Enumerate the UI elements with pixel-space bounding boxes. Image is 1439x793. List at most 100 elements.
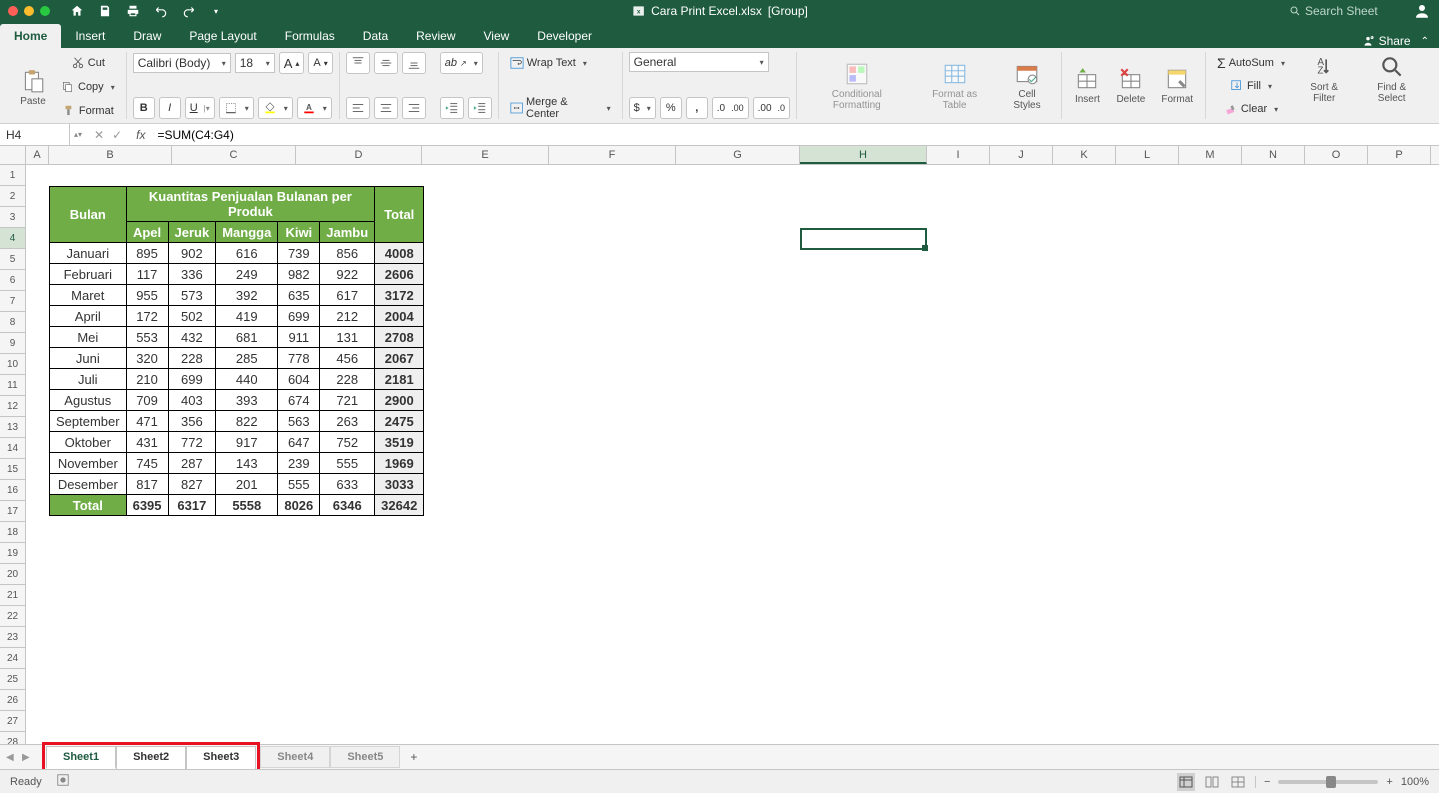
row-header-2[interactable]: 2	[0, 186, 25, 207]
row-header-25[interactable]: 25	[0, 669, 25, 690]
save-icon[interactable]	[98, 4, 112, 18]
conditional-formatting-button[interactable]: Conditional Formatting	[803, 59, 911, 113]
tab-review[interactable]: Review	[402, 24, 469, 48]
row-header-15[interactable]: 15	[0, 459, 25, 480]
sheet-tab-3[interactable]: Sheet3	[186, 746, 256, 769]
zoom-out-button[interactable]: −	[1264, 776, 1270, 788]
align-top-button[interactable]	[346, 52, 370, 74]
increase-font-button[interactable]: A▴	[279, 52, 305, 74]
find-select-button[interactable]: Find & Select	[1358, 52, 1425, 106]
home-icon[interactable]	[70, 4, 84, 18]
autosum-button[interactable]: ΣAutoSum▾	[1212, 52, 1290, 74]
comma-button[interactable]: ,	[686, 97, 708, 119]
sheet-tab-1[interactable]: Sheet1	[46, 746, 116, 769]
column-header-F[interactable]: F	[549, 146, 676, 164]
border-button[interactable]: ▾	[219, 97, 254, 119]
format-cells-button[interactable]: Format	[1155, 64, 1199, 107]
tab-page-layout[interactable]: Page Layout	[175, 24, 270, 48]
column-header-D[interactable]: D	[296, 146, 422, 164]
row-header-21[interactable]: 21	[0, 585, 25, 606]
row-header-3[interactable]: 3	[0, 207, 25, 228]
sheet-nav-prev-icon[interactable]: ◀	[6, 752, 20, 763]
sheet-tab-5[interactable]: Sheet5	[330, 746, 400, 768]
search-input[interactable]	[1305, 4, 1405, 18]
collapse-ribbon-icon[interactable]: ⌃	[1421, 36, 1429, 47]
user-icon[interactable]	[1413, 2, 1431, 20]
row-header-22[interactable]: 22	[0, 606, 25, 627]
column-header-O[interactable]: O	[1305, 146, 1368, 164]
row-header-1[interactable]: 1	[0, 165, 25, 186]
row-header-18[interactable]: 18	[0, 522, 25, 543]
fill-color-button[interactable]: ▾	[258, 97, 293, 119]
sort-filter-button[interactable]: AZSort & Filter	[1294, 52, 1354, 106]
decrease-indent-button[interactable]	[440, 97, 464, 119]
close-window-button[interactable]	[8, 6, 18, 16]
font-name-combo[interactable]: Calibri (Body)▾	[133, 53, 231, 73]
copy-button[interactable]: Copy▾	[56, 76, 120, 98]
row-header-17[interactable]: 17	[0, 501, 25, 522]
search-box[interactable]	[1289, 4, 1405, 18]
align-left-button[interactable]	[346, 97, 370, 119]
tab-view[interactable]: View	[470, 24, 524, 48]
column-header-P[interactable]: P	[1368, 146, 1431, 164]
insert-cells-button[interactable]: Insert	[1068, 64, 1106, 107]
fx-icon[interactable]: fx	[130, 128, 151, 142]
row-header-11[interactable]: 11	[0, 375, 25, 396]
increase-decimal-button[interactable]: .0.00	[712, 97, 749, 119]
add-sheet-button[interactable]: +	[400, 746, 427, 768]
select-all-corner[interactable]	[0, 146, 26, 164]
font-size-combo[interactable]: 18▾	[235, 53, 275, 73]
paste-button[interactable]: Paste	[14, 66, 52, 109]
row-header-8[interactable]: 8	[0, 312, 25, 333]
tab-insert[interactable]: Insert	[61, 24, 119, 48]
align-middle-button[interactable]	[374, 52, 398, 74]
row-header-13[interactable]: 13	[0, 417, 25, 438]
row-header-9[interactable]: 9	[0, 333, 25, 354]
decrease-decimal-button[interactable]: .00.0	[753, 97, 790, 119]
page-break-view-button[interactable]	[1229, 773, 1247, 791]
column-header-H[interactable]: H	[800, 146, 927, 164]
underline-button[interactable]: U|▾	[185, 97, 215, 119]
column-header-B[interactable]: B	[49, 146, 172, 164]
column-header-E[interactable]: E	[422, 146, 549, 164]
format-as-table-button[interactable]: Format as Table	[915, 59, 995, 113]
zoom-slider[interactable]	[1278, 780, 1378, 784]
format-painter-button[interactable]: Format	[56, 100, 120, 122]
redo-icon[interactable]	[182, 4, 196, 18]
align-right-button[interactable]	[402, 97, 426, 119]
column-header-J[interactable]: J	[990, 146, 1053, 164]
zoom-level[interactable]: 100%	[1401, 776, 1429, 788]
row-header-10[interactable]: 10	[0, 354, 25, 375]
sheet-nav-next-icon[interactable]: ▶	[22, 752, 36, 763]
share-button[interactable]: + Share	[1361, 34, 1411, 48]
name-box[interactable]: H4	[0, 124, 70, 145]
row-header-26[interactable]: 26	[0, 690, 25, 711]
tab-home[interactable]: Home	[0, 24, 61, 48]
qat-dropdown-icon[interactable]: ▾	[214, 7, 218, 16]
print-icon[interactable]	[126, 4, 140, 18]
tab-developer[interactable]: Developer	[523, 24, 606, 48]
orientation-button[interactable]: ab↗▾	[440, 52, 483, 74]
row-header-12[interactable]: 12	[0, 396, 25, 417]
column-header-I[interactable]: I	[927, 146, 990, 164]
column-header-K[interactable]: K	[1053, 146, 1116, 164]
column-header-N[interactable]: N	[1242, 146, 1305, 164]
currency-button[interactable]: $▾	[629, 97, 656, 119]
normal-view-button[interactable]	[1177, 773, 1195, 791]
sheet-tab-4[interactable]: Sheet4	[260, 746, 330, 768]
number-format-combo[interactable]: General▾	[629, 52, 769, 72]
row-header-16[interactable]: 16	[0, 480, 25, 501]
maximize-window-button[interactable]	[40, 6, 50, 16]
minimize-window-button[interactable]	[24, 6, 34, 16]
grid-area[interactable]: 1234567891011121314151617181920212223242…	[0, 165, 1439, 745]
delete-cells-button[interactable]: Delete	[1110, 64, 1151, 107]
tab-formulas[interactable]: Formulas	[271, 24, 349, 48]
row-header-6[interactable]: 6	[0, 270, 25, 291]
sheet-tab-2[interactable]: Sheet2	[116, 746, 186, 769]
row-header-14[interactable]: 14	[0, 438, 25, 459]
merge-center-button[interactable]: Merge & Center▾	[505, 97, 616, 119]
zoom-in-button[interactable]: +	[1386, 776, 1392, 788]
row-header-20[interactable]: 20	[0, 564, 25, 585]
tab-draw[interactable]: Draw	[119, 24, 175, 48]
bold-button[interactable]: B	[133, 97, 155, 119]
